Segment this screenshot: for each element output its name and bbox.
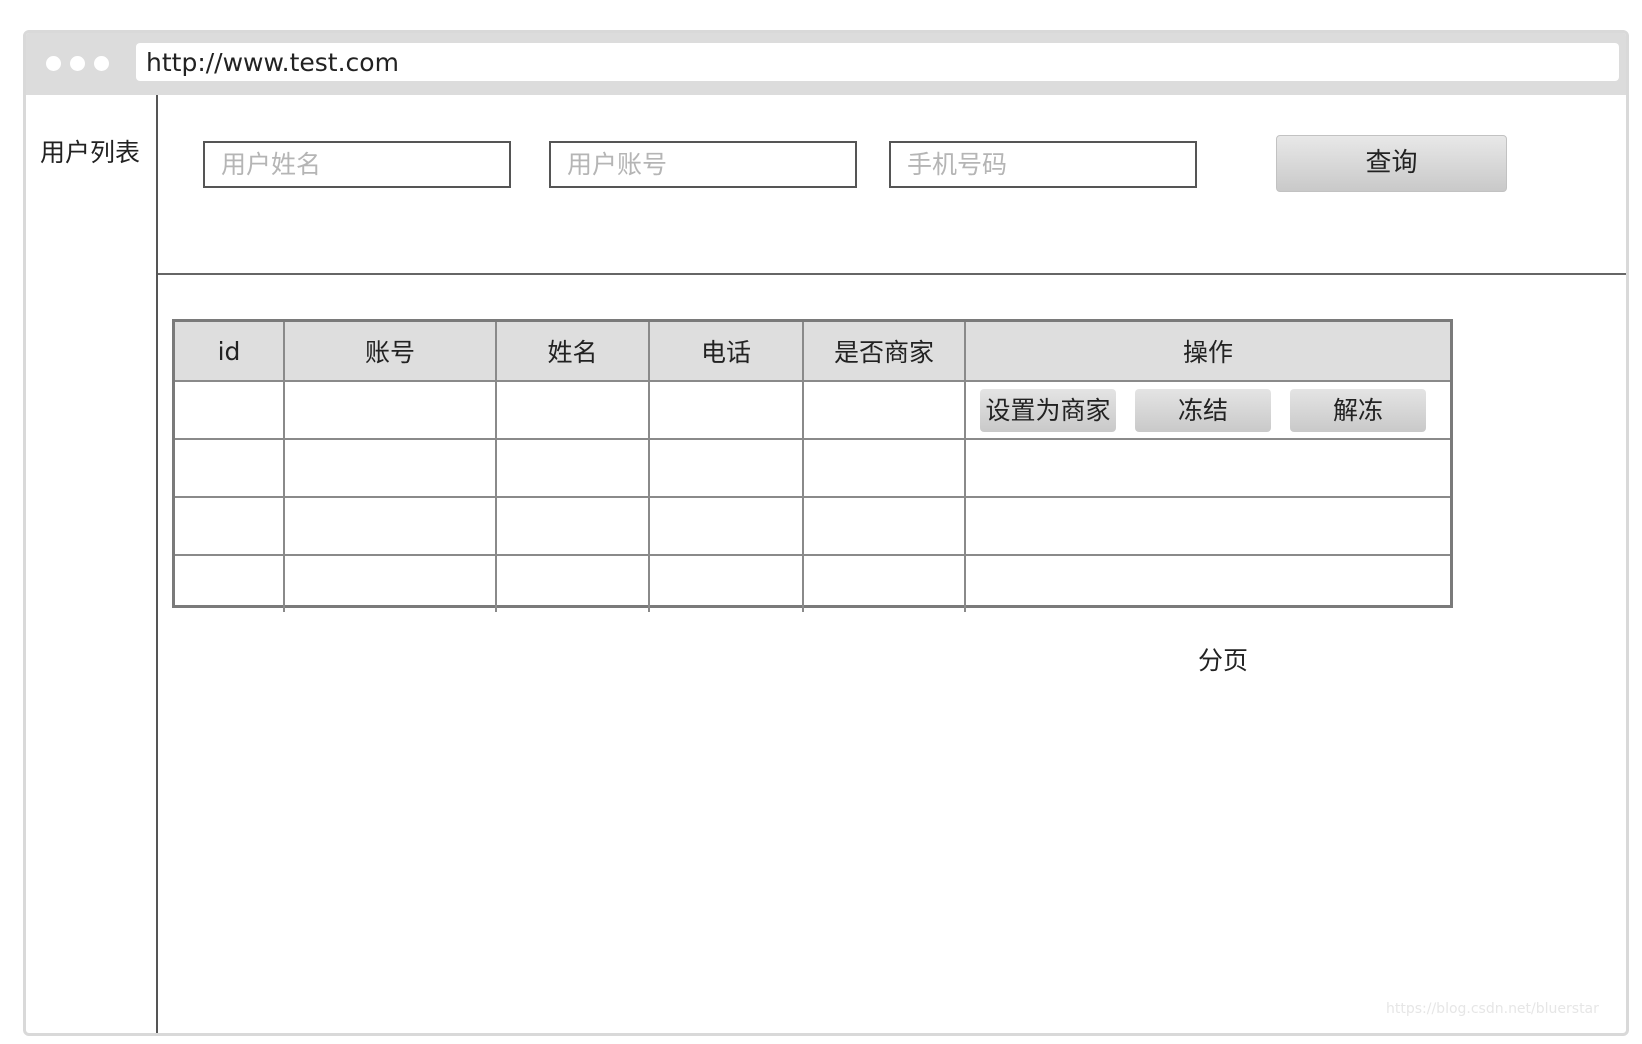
phone-number-field: [889, 141, 1197, 188]
unfreeze-button[interactable]: 解冻: [1290, 388, 1426, 432]
table-cell: [648, 380, 804, 440]
pagination[interactable]: 分页: [1198, 641, 1248, 677]
watermark: https://blog.csdn.net/bluerstar: [1386, 1001, 1599, 1017]
table-cell: [175, 380, 285, 440]
user-name-field: [203, 141, 511, 188]
table-cell: [283, 554, 497, 612]
actions-cell: [964, 438, 1450, 498]
table-cell: [175, 438, 285, 498]
column-header-id: id: [175, 322, 285, 382]
table-row: 设置为商家 冻结 解冻: [175, 380, 1450, 440]
actions-cell: 设置为商家 冻结 解冻: [964, 380, 1450, 440]
window-controls: [46, 56, 109, 71]
table-cell: [648, 496, 804, 556]
table-cell: [495, 438, 650, 498]
table-header-row: id 账号 姓名 电话 是否商家 操作: [175, 322, 1450, 382]
table-row: [175, 438, 1450, 498]
maximize-dot-icon[interactable]: [94, 56, 109, 71]
section-divider: [158, 273, 1626, 275]
table-cell: [648, 554, 804, 612]
table-cell: [175, 554, 285, 612]
address-bar[interactable]: http://www.test.com: [136, 43, 1619, 81]
actions-cell: [964, 554, 1450, 612]
table-cell: [802, 496, 966, 556]
table-cell: [648, 438, 804, 498]
actions-cell: [964, 496, 1450, 556]
minimize-dot-icon[interactable]: [70, 56, 85, 71]
column-header-is-merchant: 是否商家: [802, 322, 966, 382]
browser-window: http://www.test.com 用户列表 查询 id 账号: [23, 30, 1629, 1036]
set-as-merchant-button[interactable]: 设置为商家: [980, 388, 1116, 432]
row-actions: 设置为商家 冻结 解冻: [966, 388, 1450, 432]
phone-number-input[interactable]: [891, 143, 1195, 186]
browser-titlebar: http://www.test.com: [26, 33, 1626, 95]
freeze-button[interactable]: 冻结: [1135, 388, 1271, 432]
table-row: [175, 496, 1450, 556]
table-cell: [495, 496, 650, 556]
column-header-actions: 操作: [964, 322, 1450, 382]
table-cell: [802, 438, 966, 498]
table-cell: [175, 496, 285, 556]
table-cell: [495, 554, 650, 612]
column-header-name: 姓名: [495, 322, 650, 382]
sidebar: 用户列表: [26, 95, 158, 1033]
column-header-account: 账号: [283, 322, 497, 382]
query-button[interactable]: 查询: [1276, 135, 1507, 192]
table-cell: [802, 380, 966, 440]
table-cell: [283, 438, 497, 498]
close-dot-icon[interactable]: [46, 56, 61, 71]
table-cell: [495, 380, 650, 440]
column-header-phone: 电话: [648, 322, 804, 382]
user-account-input[interactable]: [551, 143, 855, 186]
user-account-field: [549, 141, 857, 188]
user-table: id 账号 姓名 电话 是否商家 操作 设置为商家 冻结 解冻: [172, 319, 1453, 612]
sidebar-item-user-list[interactable]: 用户列表: [40, 133, 140, 169]
table-cell: [283, 496, 497, 556]
table-cell: [283, 380, 497, 440]
table-row: [175, 554, 1450, 612]
table-cell: [802, 554, 966, 612]
user-name-input[interactable]: [205, 143, 509, 186]
